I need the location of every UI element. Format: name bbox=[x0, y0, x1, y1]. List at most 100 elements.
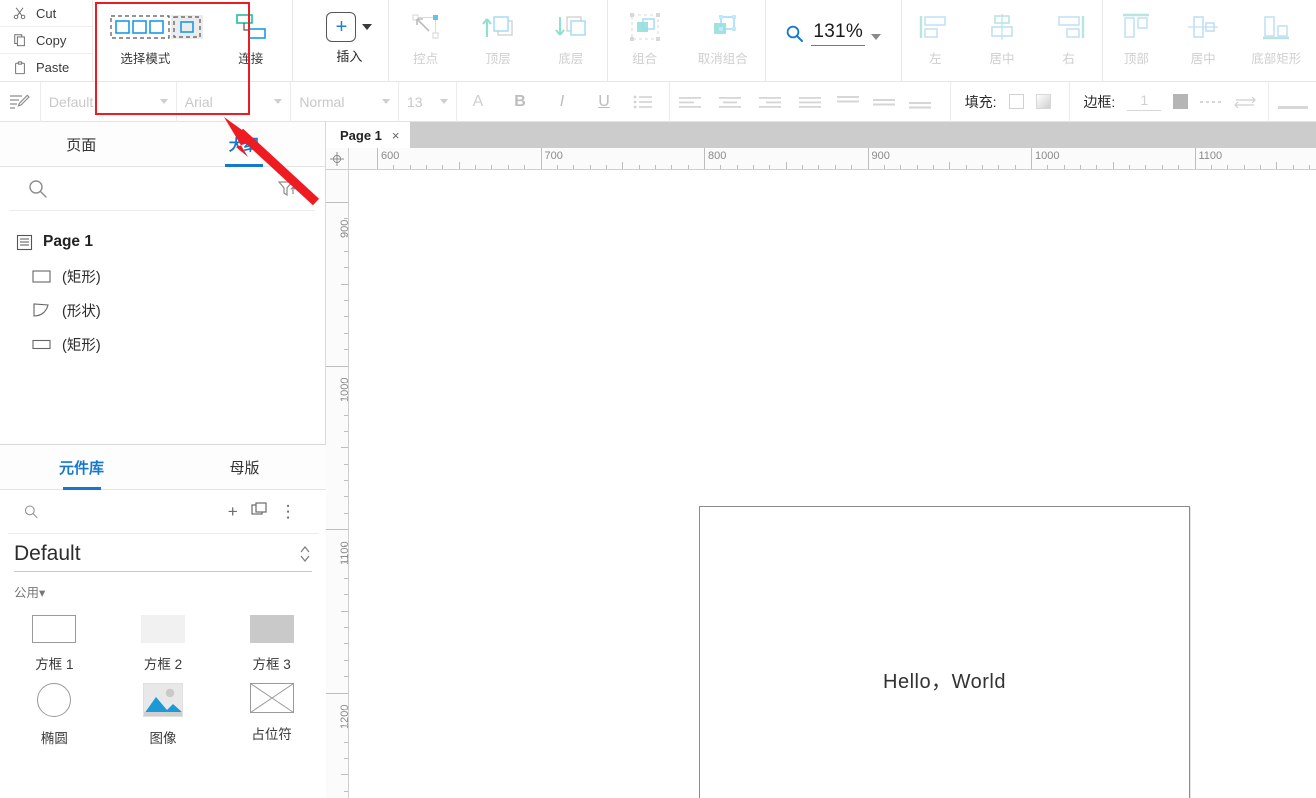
align-text-left-button[interactable] bbox=[670, 82, 710, 122]
copy-menu-item[interactable]: Copy bbox=[0, 27, 92, 54]
add-library-button[interactable]: + bbox=[219, 502, 247, 522]
horizontal-ruler[interactable]: 600 700 800 900 1000 1100 bbox=[349, 148, 1316, 170]
align-right-icon bbox=[1052, 8, 1086, 46]
rectangle-icon bbox=[32, 270, 51, 283]
zoom-value: 131% bbox=[811, 21, 866, 46]
border-control[interactable]: 边框: 1 bbox=[1069, 82, 1264, 122]
connect-button[interactable]: 连接 bbox=[218, 0, 284, 81]
border-style-icon[interactable] bbox=[1200, 95, 1223, 109]
library-search-input[interactable] bbox=[37, 503, 219, 520]
ruler-tick bbox=[1194, 148, 1196, 169]
align-text-right-button[interactable] bbox=[750, 82, 790, 122]
fill-gradient-swatch[interactable] bbox=[1035, 94, 1051, 109]
ruler-minor-tick bbox=[1276, 162, 1278, 169]
font-size-select[interactable]: 13 bbox=[399, 82, 456, 122]
align-center-icon bbox=[985, 8, 1019, 46]
vertical-ruler[interactable]: 900 1000 1100 1200 bbox=[326, 170, 349, 798]
duplicate-icon[interactable] bbox=[247, 501, 275, 522]
align-center-button[interactable]: 居中 bbox=[969, 0, 1036, 81]
align-text-center-button[interactable] bbox=[710, 82, 750, 122]
align-middle-button[interactable]: 居中 bbox=[1170, 0, 1237, 81]
zoom-control[interactable]: 131% bbox=[766, 0, 901, 81]
ruler-origin[interactable] bbox=[326, 148, 349, 170]
tab-masters-label: 母版 bbox=[229, 459, 260, 477]
outline-item-rectangle-2[interactable]: (矩形) bbox=[0, 327, 325, 361]
font-select[interactable]: Arial bbox=[177, 82, 291, 122]
handle-points-button[interactable]: 控点 bbox=[389, 0, 462, 81]
align-left-label: 左 bbox=[929, 52, 942, 66]
insert-button[interactable]: + 插入 bbox=[311, 0, 389, 81]
align-right-button[interactable]: 右 bbox=[1035, 0, 1102, 81]
align-bottom-button[interactable]: 底部矩形 bbox=[1236, 0, 1316, 81]
library-item-box1[interactable]: 方框 1 bbox=[0, 615, 109, 673]
ungroup-button[interactable]: 取消组合 bbox=[681, 0, 765, 81]
valign-top-button[interactable] bbox=[830, 82, 866, 122]
font-weight-select[interactable]: Normal bbox=[291, 82, 398, 122]
search-icon[interactable] bbox=[24, 502, 38, 521]
underline-button[interactable]: U bbox=[583, 82, 625, 122]
fill-control[interactable]: 填充: bbox=[951, 82, 1059, 122]
outline-root-page[interactable]: Page 1 bbox=[0, 225, 325, 259]
library-item-label: 图像 bbox=[149, 731, 177, 746]
filter-icon[interactable] bbox=[277, 180, 297, 198]
paste-menu-item[interactable]: Paste bbox=[0, 54, 92, 81]
text-style-button[interactable] bbox=[0, 82, 40, 122]
library-item-label: 方框 1 bbox=[35, 657, 74, 672]
align-left-button[interactable]: 左 bbox=[902, 0, 969, 81]
text-color-button[interactable]: A bbox=[457, 82, 499, 122]
ruler-tick bbox=[377, 148, 378, 169]
bullet-list-button[interactable] bbox=[625, 82, 661, 122]
bring-to-front-button[interactable]: 顶层 bbox=[462, 0, 535, 81]
cut-menu-item[interactable]: Cut bbox=[0, 0, 92, 27]
library-group-header[interactable]: 公用▾ bbox=[14, 582, 326, 601]
arrow-style-icon[interactable] bbox=[1234, 95, 1257, 109]
library-select[interactable]: Default bbox=[14, 542, 312, 572]
group-button[interactable]: 组合 bbox=[608, 0, 681, 81]
rectangle-wide-icon bbox=[32, 339, 51, 350]
chevron-updown-icon[interactable] bbox=[298, 543, 312, 565]
outline-item-rectangle-1[interactable]: (矩形) bbox=[0, 259, 325, 293]
chevron-down-icon[interactable] bbox=[871, 33, 882, 40]
scissors-icon bbox=[13, 7, 26, 20]
fill-color-swatch[interactable] bbox=[1008, 94, 1024, 109]
style-select[interactable]: Default bbox=[41, 82, 176, 122]
close-icon[interactable]: × bbox=[392, 128, 400, 143]
chevron-down-icon[interactable] bbox=[362, 24, 373, 30]
bold-button[interactable]: B bbox=[499, 82, 541, 122]
page-tab[interactable]: Page 1 × bbox=[326, 122, 410, 148]
more-vertical-icon[interactable]: ⋮ bbox=[274, 502, 302, 522]
ruler-minor-tick bbox=[1112, 162, 1114, 169]
border-width-input[interactable]: 1 bbox=[1127, 92, 1162, 111]
tab-masters[interactable]: 母版 bbox=[163, 445, 326, 489]
outline-search-input[interactable] bbox=[55, 180, 269, 197]
library-item-box3[interactable]: 方框 3 bbox=[217, 615, 326, 673]
extra-control[interactable] bbox=[1269, 82, 1316, 122]
align-text-justify-button[interactable] bbox=[790, 82, 830, 122]
outline-item-shape[interactable]: (形状) bbox=[0, 293, 325, 327]
library-item-placeholder[interactable]: 占位符 bbox=[217, 683, 326, 747]
align-top-button[interactable]: 顶部 bbox=[1103, 0, 1170, 81]
library-item-ellipse[interactable]: 椭圆 bbox=[0, 683, 109, 747]
ruler-minor-tick bbox=[341, 283, 348, 285]
library-item-box2[interactable]: 方框 2 bbox=[109, 615, 218, 673]
canvas-surface[interactable]: Hello，World bbox=[349, 170, 1316, 798]
chevron-down-icon bbox=[382, 99, 391, 104]
send-to-back-button[interactable]: 底层 bbox=[535, 0, 608, 81]
italic-button[interactable]: I bbox=[541, 82, 583, 122]
search-icon[interactable] bbox=[28, 179, 47, 198]
library-select-value: Default bbox=[14, 542, 81, 565]
tab-widget-library[interactable]: 元件库 bbox=[0, 445, 163, 489]
library-item-image[interactable]: 图像 bbox=[109, 683, 218, 747]
handle-points-icon bbox=[409, 8, 443, 46]
ruler-minor-tick bbox=[949, 162, 951, 169]
valign-bottom-button[interactable] bbox=[902, 82, 938, 122]
outline-item-label: (形状) bbox=[62, 303, 101, 320]
selection-mode-single-button[interactable] bbox=[164, 0, 210, 81]
border-color-swatch[interactable] bbox=[1173, 94, 1189, 109]
canvas-shape-rectangle[interactable]: Hello，World bbox=[699, 506, 1190, 798]
tab-outline[interactable]: 大纲 bbox=[163, 122, 326, 166]
outline-tree: Page 1 (矩形) (形状) (矩形) bbox=[0, 211, 325, 361]
tab-pages[interactable]: 页面 bbox=[0, 122, 163, 166]
cut-label: Cut bbox=[36, 5, 57, 21]
valign-middle-button[interactable] bbox=[866, 82, 902, 122]
